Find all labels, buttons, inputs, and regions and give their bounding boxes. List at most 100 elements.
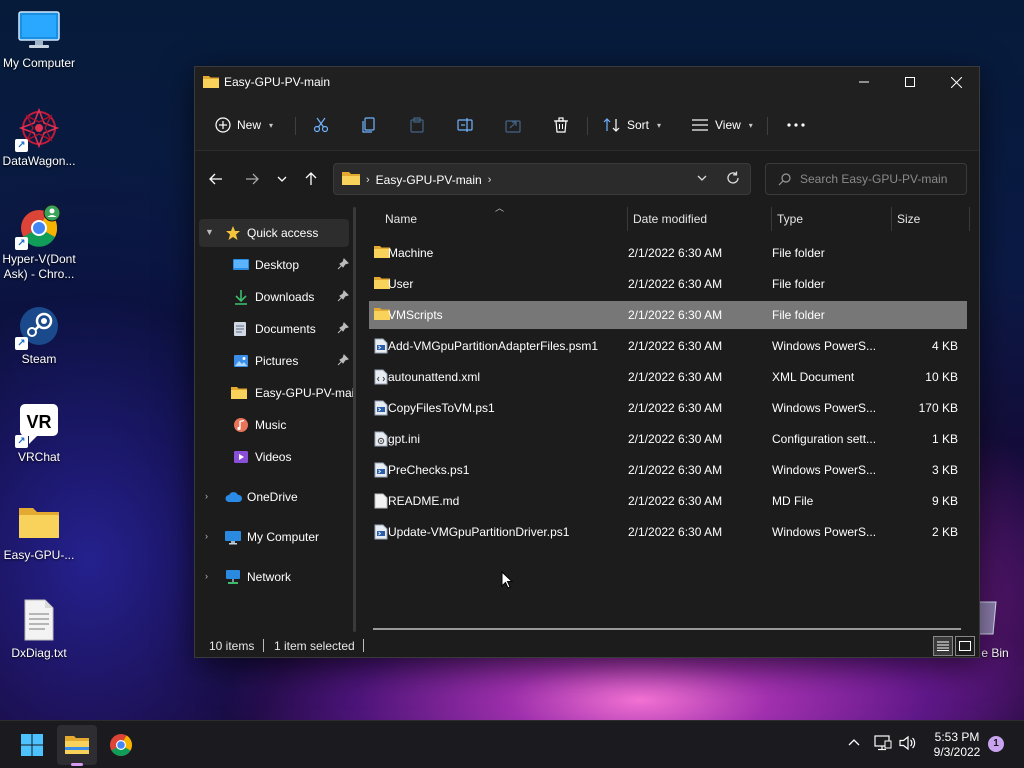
column-header-date[interactable]: Date modified	[633, 212, 707, 226]
volume-button[interactable]	[899, 735, 917, 754]
sort-icon	[603, 118, 620, 132]
nav-item-label: Pictures	[255, 354, 299, 368]
details-view-icon	[937, 641, 949, 651]
file-size: 10 KB	[925, 370, 958, 384]
file-row[interactable]: Update-VMGpuPartitionDriver.ps1 2/1/2022 …	[369, 518, 967, 546]
nav-item-downloads[interactable]: Downloads	[199, 283, 349, 311]
more-options-button[interactable]	[787, 113, 805, 137]
file-size: 9 KB	[931, 494, 958, 508]
search-input[interactable]	[800, 170, 960, 188]
divider	[295, 117, 296, 135]
desktop-icon-easy-gpu-folder[interactable]: Easy-GPU-...	[2, 500, 76, 563]
file-row[interactable]: gpt.ini 2/1/2022 6:30 AM Configuration set…	[369, 425, 967, 453]
nav-item-videos[interactable]: Videos	[199, 443, 349, 471]
file-type: Configuration sett...	[772, 432, 877, 446]
nav-item-onedrive[interactable]: › OneDrive	[199, 483, 349, 511]
file-date: 2/1/2022 6:30 AM	[628, 246, 723, 260]
plus-circle-icon	[215, 117, 231, 133]
nav-item-easy-gpu-pv-main[interactable]: Easy-GPU-PV-main	[199, 379, 353, 407]
star-icon	[225, 225, 241, 241]
back-button[interactable]	[205, 168, 227, 190]
start-button[interactable]	[12, 725, 52, 765]
chevron-down-icon: ▾	[269, 120, 274, 130]
rename-button[interactable]	[457, 113, 473, 137]
horizontal-scrollbar[interactable]	[373, 628, 961, 630]
chevron-right-icon[interactable]: ›	[205, 491, 208, 501]
file-row[interactable]: Machine 2/1/2022 6:30 AM File folder	[369, 239, 967, 267]
nav-item-desktop[interactable]: Desktop	[199, 251, 349, 279]
nav-item-pictures[interactable]: Pictures	[199, 347, 349, 375]
file-name: VMScripts	[388, 308, 443, 322]
column-divider[interactable]	[771, 207, 772, 231]
details-view-button[interactable]	[933, 636, 953, 656]
file-row[interactable]: CopyFilesToVM.ps1 2/1/2022 6:30 AM Windows…	[369, 394, 967, 422]
chevron-right-icon[interactable]: ›	[205, 571, 208, 581]
navigation-pane-scrollbar[interactable]	[353, 207, 356, 632]
nav-item-label: Music	[255, 418, 287, 432]
clock[interactable]: 5:53 PM 9/3/2022	[922, 730, 992, 760]
cut-button[interactable]	[313, 113, 329, 137]
refresh-button[interactable]	[726, 171, 740, 188]
notification-badge[interactable]: 1	[988, 736, 1004, 752]
address-history-button[interactable]	[696, 172, 708, 187]
chevron-right-icon[interactable]: ›	[205, 531, 208, 541]
nav-quick-access[interactable]: ▼ Quick access	[199, 219, 349, 247]
divider	[363, 639, 364, 652]
maximize-button[interactable]	[887, 67, 933, 97]
column-header-type[interactable]: Type	[777, 212, 803, 226]
chevron-down-icon[interactable]: ▼	[205, 227, 214, 237]
desktop-icon-datawagon[interactable]: ↗ DataWagon...	[2, 106, 76, 169]
copy-button[interactable]	[361, 113, 377, 137]
pictures-icon	[233, 353, 249, 369]
minimize-button[interactable]	[841, 67, 887, 97]
title-bar[interactable]: Easy-GPU-PV-main	[195, 67, 979, 99]
recent-locations-button[interactable]	[271, 168, 293, 190]
desktop-icon-dxdiag[interactable]: DxDiag.txt	[2, 598, 76, 661]
desktop-icon-label: VRChat	[17, 450, 61, 464]
desktop-icon-my-computer[interactable]: My Computer	[2, 8, 76, 71]
column-divider[interactable]	[891, 207, 892, 231]
file-row[interactable]: autounattend.xml 2/1/2022 6:30 AM XML Docu…	[369, 363, 967, 391]
new-button[interactable]: New ▾	[215, 113, 273, 137]
view-button[interactable]: View ▾	[691, 113, 753, 137]
paste-button[interactable]	[409, 113, 425, 137]
nav-item-documents[interactable]: Documents	[199, 315, 349, 343]
nav-item-label: My Computer	[247, 530, 320, 544]
close-button[interactable]	[933, 67, 979, 97]
file-size: 2 KB	[931, 525, 958, 539]
powershell-file-icon	[374, 462, 388, 481]
breadcrumb-item[interactable]: Easy-GPU-PV-main	[376, 173, 482, 187]
address-bar[interactable]: › Easy-GPU-PV-main ›	[333, 163, 751, 195]
up-button[interactable]	[300, 168, 322, 190]
column-divider[interactable]	[627, 207, 628, 231]
nav-item-music[interactable]: Music	[199, 411, 349, 439]
file-row[interactable]: Add-VMGpuPartitionAdapterFiles.psm1 2/1/2…	[369, 332, 967, 360]
sort-label: Sort	[627, 118, 650, 132]
chevron-right-icon[interactable]: ›	[488, 174, 492, 186]
forward-button[interactable]	[241, 168, 263, 190]
file-row[interactable]: User 2/1/2022 6:30 AM File folder	[369, 270, 967, 298]
file-row[interactable]: README.md 2/1/2022 6:30 AM MD File 9 KB	[369, 487, 967, 515]
file-row[interactable]: VMScripts 2/1/2022 6:30 AM File folder	[369, 301, 967, 329]
nav-item-network[interactable]: › Network	[199, 563, 349, 591]
column-divider[interactable]	[969, 207, 970, 231]
tiles-view-button[interactable]	[955, 636, 975, 656]
column-header-name[interactable]: Name	[385, 212, 417, 226]
share-button[interactable]	[505, 113, 521, 137]
desktop-icon-hyperv-chrome[interactable]: ↗ Hyper-V(Dont Ask) - Chro...	[2, 204, 76, 282]
file-row[interactable]: PreChecks.ps1 2/1/2022 6:30 AM Windows Pow…	[369, 456, 967, 484]
search-box[interactable]	[765, 163, 967, 195]
nav-item-my-computer[interactable]: › My Computer	[199, 523, 349, 551]
show-hidden-icons-button[interactable]	[848, 736, 860, 750]
arrow-right-icon	[246, 173, 259, 185]
taskbar-file-explorer[interactable]	[57, 725, 97, 765]
file-name: autounattend.xml	[388, 370, 481, 384]
desktop-icon-vrchat[interactable]: VR ↗ VRChat	[2, 402, 76, 465]
status-bar: 10 items 1 item selected	[195, 635, 979, 657]
desktop-icon-steam[interactable]: ↗ Steam	[2, 304, 76, 367]
column-header-size[interactable]: Size	[897, 212, 920, 226]
delete-button[interactable]	[553, 113, 569, 137]
sort-button[interactable]: Sort ▾	[603, 113, 661, 137]
network-status-button[interactable]	[874, 735, 892, 754]
taskbar-chrome[interactable]	[101, 725, 141, 765]
